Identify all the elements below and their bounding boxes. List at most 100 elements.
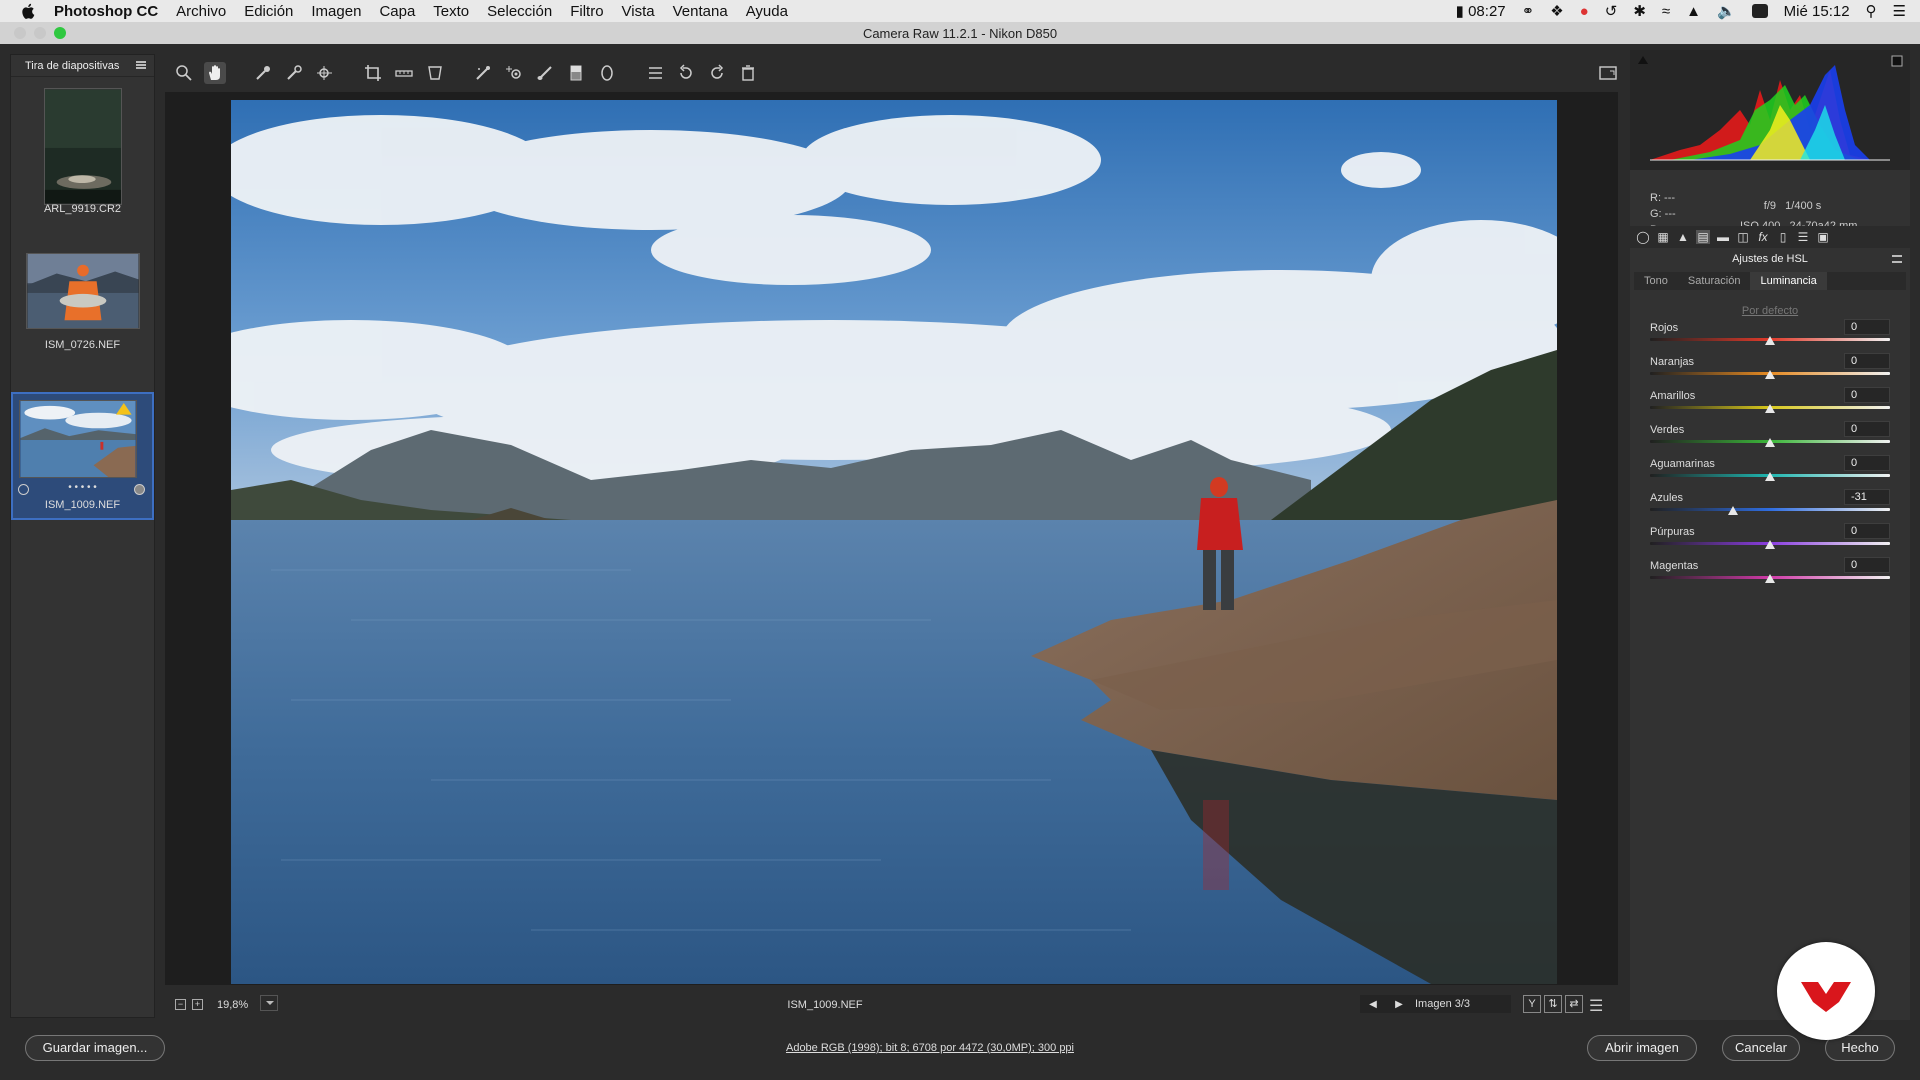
adjustment-brush-icon[interactable] — [534, 62, 556, 84]
split-toning-tab-icon[interactable]: ▬ — [1716, 230, 1730, 244]
wifi-icon[interactable]: ≈ — [1662, 3, 1670, 20]
subtab-tono[interactable]: Tono — [1634, 272, 1678, 290]
swap-settings-icon[interactable]: ⇅ — [1544, 995, 1562, 1013]
preferences-icon[interactable] — [644, 62, 666, 84]
red-eye-tool-icon[interactable] — [503, 62, 525, 84]
keyboard-input-icon[interactable] — [1751, 4, 1768, 18]
snapshots-tab-icon[interactable]: ▣ — [1816, 230, 1830, 244]
workflow-options-link[interactable]: Adobe RGB (1998); bit 8; 6708 por 4472 (… — [0, 1042, 1860, 1054]
battery-status[interactable]: ▮ 08:27 — [1456, 2, 1506, 20]
menu-capa[interactable]: Capa — [379, 3, 415, 20]
slider-8[interactable]: Magentas 0 — [1650, 557, 1890, 594]
slider-value-field[interactable]: 0 — [1844, 455, 1890, 471]
clock[interactable]: Mié 15:12 — [1784, 3, 1850, 20]
slider-thumb[interactable] — [1765, 336, 1775, 345]
camera-calibration-tab-icon[interactable]: ▯ — [1776, 230, 1790, 244]
creative-cloud-icon[interactable]: ⚭ — [1522, 2, 1535, 20]
menu-imagen[interactable]: Imagen — [311, 3, 361, 20]
slider-1[interactable]: Rojos 0 — [1650, 319, 1890, 356]
slider-value-field[interactable]: 0 — [1844, 557, 1890, 573]
hand-tool-icon[interactable] — [204, 62, 226, 84]
slider-3[interactable]: Amarillos 0 — [1650, 387, 1890, 424]
thumbnail-image — [44, 88, 122, 205]
slider-5[interactable]: Aguamarinas 0 — [1650, 455, 1890, 492]
slider-value-field[interactable]: 0 — [1844, 387, 1890, 403]
slider-2[interactable]: Naranjas 0 — [1650, 353, 1890, 390]
slider-thumb[interactable] — [1727, 506, 1738, 515]
slider-7[interactable]: Púrpuras 0 — [1650, 523, 1890, 560]
slider-value-field[interactable]: 0 — [1844, 421, 1890, 437]
crop-tool-icon[interactable] — [362, 62, 384, 84]
filmstrip-item-1[interactable]: ARL_9919.CR2 — [11, 79, 154, 215]
straighten-tool-icon[interactable] — [393, 62, 415, 84]
preview-image[interactable] — [231, 100, 1557, 984]
slider-thumb[interactable] — [1765, 438, 1775, 447]
slider-thumb[interactable] — [1765, 574, 1775, 583]
effects-tab-icon[interactable]: fx — [1756, 230, 1770, 244]
slider-thumb[interactable] — [1765, 540, 1775, 549]
time-machine-icon[interactable]: ↺ — [1605, 2, 1618, 20]
slider-thumb[interactable] — [1765, 370, 1775, 379]
filmstrip-menu-icon[interactable] — [136, 61, 146, 69]
previous-image-icon[interactable]: ◀ — [1369, 999, 1377, 1010]
menu-edicion[interactable]: Edición — [244, 3, 293, 20]
menu-vista[interactable]: Vista — [622, 3, 655, 20]
defaults-link[interactable]: Por defecto — [1630, 305, 1910, 317]
slider-label: Amarillos — [1650, 390, 1696, 402]
zoom-tool-icon[interactable] — [173, 62, 195, 84]
lens-corrections-tab-icon[interactable]: ◫ — [1736, 230, 1750, 244]
filmstrip-item-3[interactable]: • • • • • ISM_1009.NEF — [11, 392, 154, 520]
menu-archivo[interactable]: Archivo — [176, 3, 226, 20]
subtab-luminancia[interactable]: Luminancia — [1750, 272, 1827, 290]
copy-settings-icon[interactable]: ⇄ — [1565, 995, 1583, 1013]
fullscreen-toggle-icon[interactable] — [1597, 62, 1619, 84]
menu-ventana[interactable]: Ventana — [673, 3, 728, 20]
open-image-button[interactable]: Abrir imagen — [1587, 1035, 1697, 1061]
tone-curve-tab-icon[interactable]: ▦ — [1656, 230, 1670, 244]
filmstrip-item-2[interactable]: ISM_0726.NEF — [11, 245, 154, 355]
slider-6[interactable]: Azules -31 — [1650, 489, 1890, 526]
transform-tool-icon[interactable] — [424, 62, 446, 84]
slider-thumb[interactable] — [1765, 404, 1775, 413]
menu-texto[interactable]: Texto — [433, 3, 469, 20]
image-canvas[interactable] — [165, 92, 1618, 985]
apple-icon[interactable] — [20, 2, 38, 20]
rating-stars[interactable]: • • • • • — [13, 482, 152, 493]
subtab-saturacion[interactable]: Saturación — [1678, 272, 1751, 290]
slider-value-field[interactable]: 0 — [1844, 353, 1890, 369]
hsl-tab-icon[interactable]: ▤ — [1696, 230, 1710, 244]
rotate-left-icon[interactable] — [675, 62, 697, 84]
airplay-icon[interactable]: ▲ — [1686, 3, 1701, 20]
white-balance-tool-icon[interactable] — [252, 62, 274, 84]
menu-ayuda[interactable]: Ayuda — [746, 3, 788, 20]
color-sampler-tool-icon[interactable] — [283, 62, 305, 84]
slider-value-field[interactable]: 0 — [1844, 523, 1890, 539]
radial-filter-icon[interactable] — [596, 62, 618, 84]
trash-icon[interactable] — [737, 62, 759, 84]
volume-icon[interactable]: 🔈 — [1717, 2, 1736, 20]
spot-removal-tool-icon[interactable] — [472, 62, 494, 84]
panel-menu-icon[interactable] — [1892, 255, 1902, 263]
slider-value-field[interactable]: 0 — [1844, 319, 1890, 335]
next-image-icon[interactable]: ▶ — [1395, 999, 1403, 1010]
slider-4[interactable]: Verdes 0 — [1650, 421, 1890, 458]
graduated-filter-icon[interactable] — [565, 62, 587, 84]
spotlight-icon[interactable]: ⚲ — [1866, 2, 1877, 20]
basic-tab-icon[interactable]: ◯ — [1636, 230, 1650, 244]
slider-value-field[interactable]: -31 — [1844, 489, 1890, 505]
menu-seleccion[interactable]: Selección — [487, 3, 552, 20]
slider-track[interactable] — [1650, 508, 1890, 511]
app-status-icon[interactable]: ● — [1580, 3, 1589, 20]
presets-tab-icon[interactable]: ☰ — [1796, 230, 1810, 244]
detail-tab-icon[interactable]: ▲ — [1676, 230, 1690, 244]
targeted-adjustment-tool-icon[interactable] — [314, 62, 336, 84]
bluetooth-icon[interactable]: ✱ — [1633, 2, 1646, 20]
menu-app-name[interactable]: Photoshop CC — [54, 3, 158, 20]
menu-filtro[interactable]: Filtro — [570, 3, 603, 20]
rotate-right-icon[interactable] — [706, 62, 728, 84]
before-after-toggle[interactable]: Y — [1523, 995, 1541, 1013]
dropbox-icon[interactable]: ❖ — [1550, 2, 1563, 20]
notification-center-icon[interactable]: ☰ — [1893, 2, 1906, 20]
preview-preferences-icon[interactable]: ☰ — [1589, 996, 1603, 1016]
slider-thumb[interactable] — [1765, 472, 1775, 481]
